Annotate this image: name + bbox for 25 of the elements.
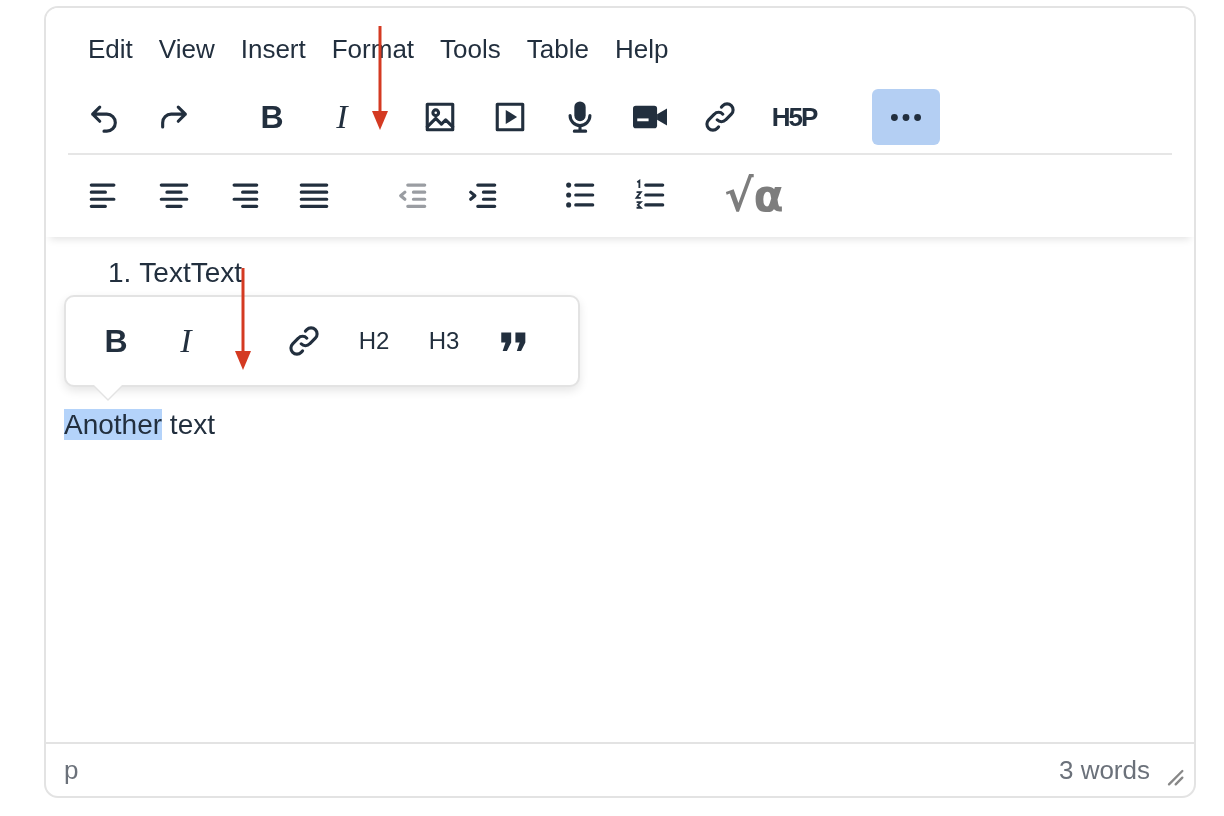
more-dots-button[interactable] (872, 89, 940, 145)
bold-button[interactable]: B (248, 89, 296, 145)
heading-button[interactable]: H3 (420, 313, 468, 369)
menu-item[interactable]: Tools (432, 30, 515, 69)
numbered-list-icon (633, 178, 667, 212)
list-item-text: TextText (139, 257, 243, 289)
link-icon (287, 324, 321, 358)
image-icon (423, 100, 457, 134)
italic-button[interactable]: I (318, 89, 366, 145)
menu-item[interactable]: View (150, 30, 229, 69)
link-icon (703, 100, 737, 134)
menu-item[interactable]: Table (518, 30, 603, 69)
more-dots-icon (891, 113, 921, 121)
heading-button[interactable]: H2 (350, 313, 398, 369)
italic-button[interactable]: I (162, 313, 210, 369)
play-icon (493, 100, 527, 134)
menu-item[interactable]: Edit (80, 30, 147, 69)
list-number: 1. (108, 257, 132, 289)
bold-button[interactable]: B (92, 313, 140, 369)
menu-item[interactable]: Help (606, 30, 683, 69)
paragraph-text: Another text (64, 409, 216, 441)
word-count: 3 words (1058, 754, 1150, 786)
element-path: p (64, 754, 79, 786)
h5p-button[interactable]: H5P (766, 89, 822, 145)
menu-item[interactable]: Insert (232, 30, 320, 69)
